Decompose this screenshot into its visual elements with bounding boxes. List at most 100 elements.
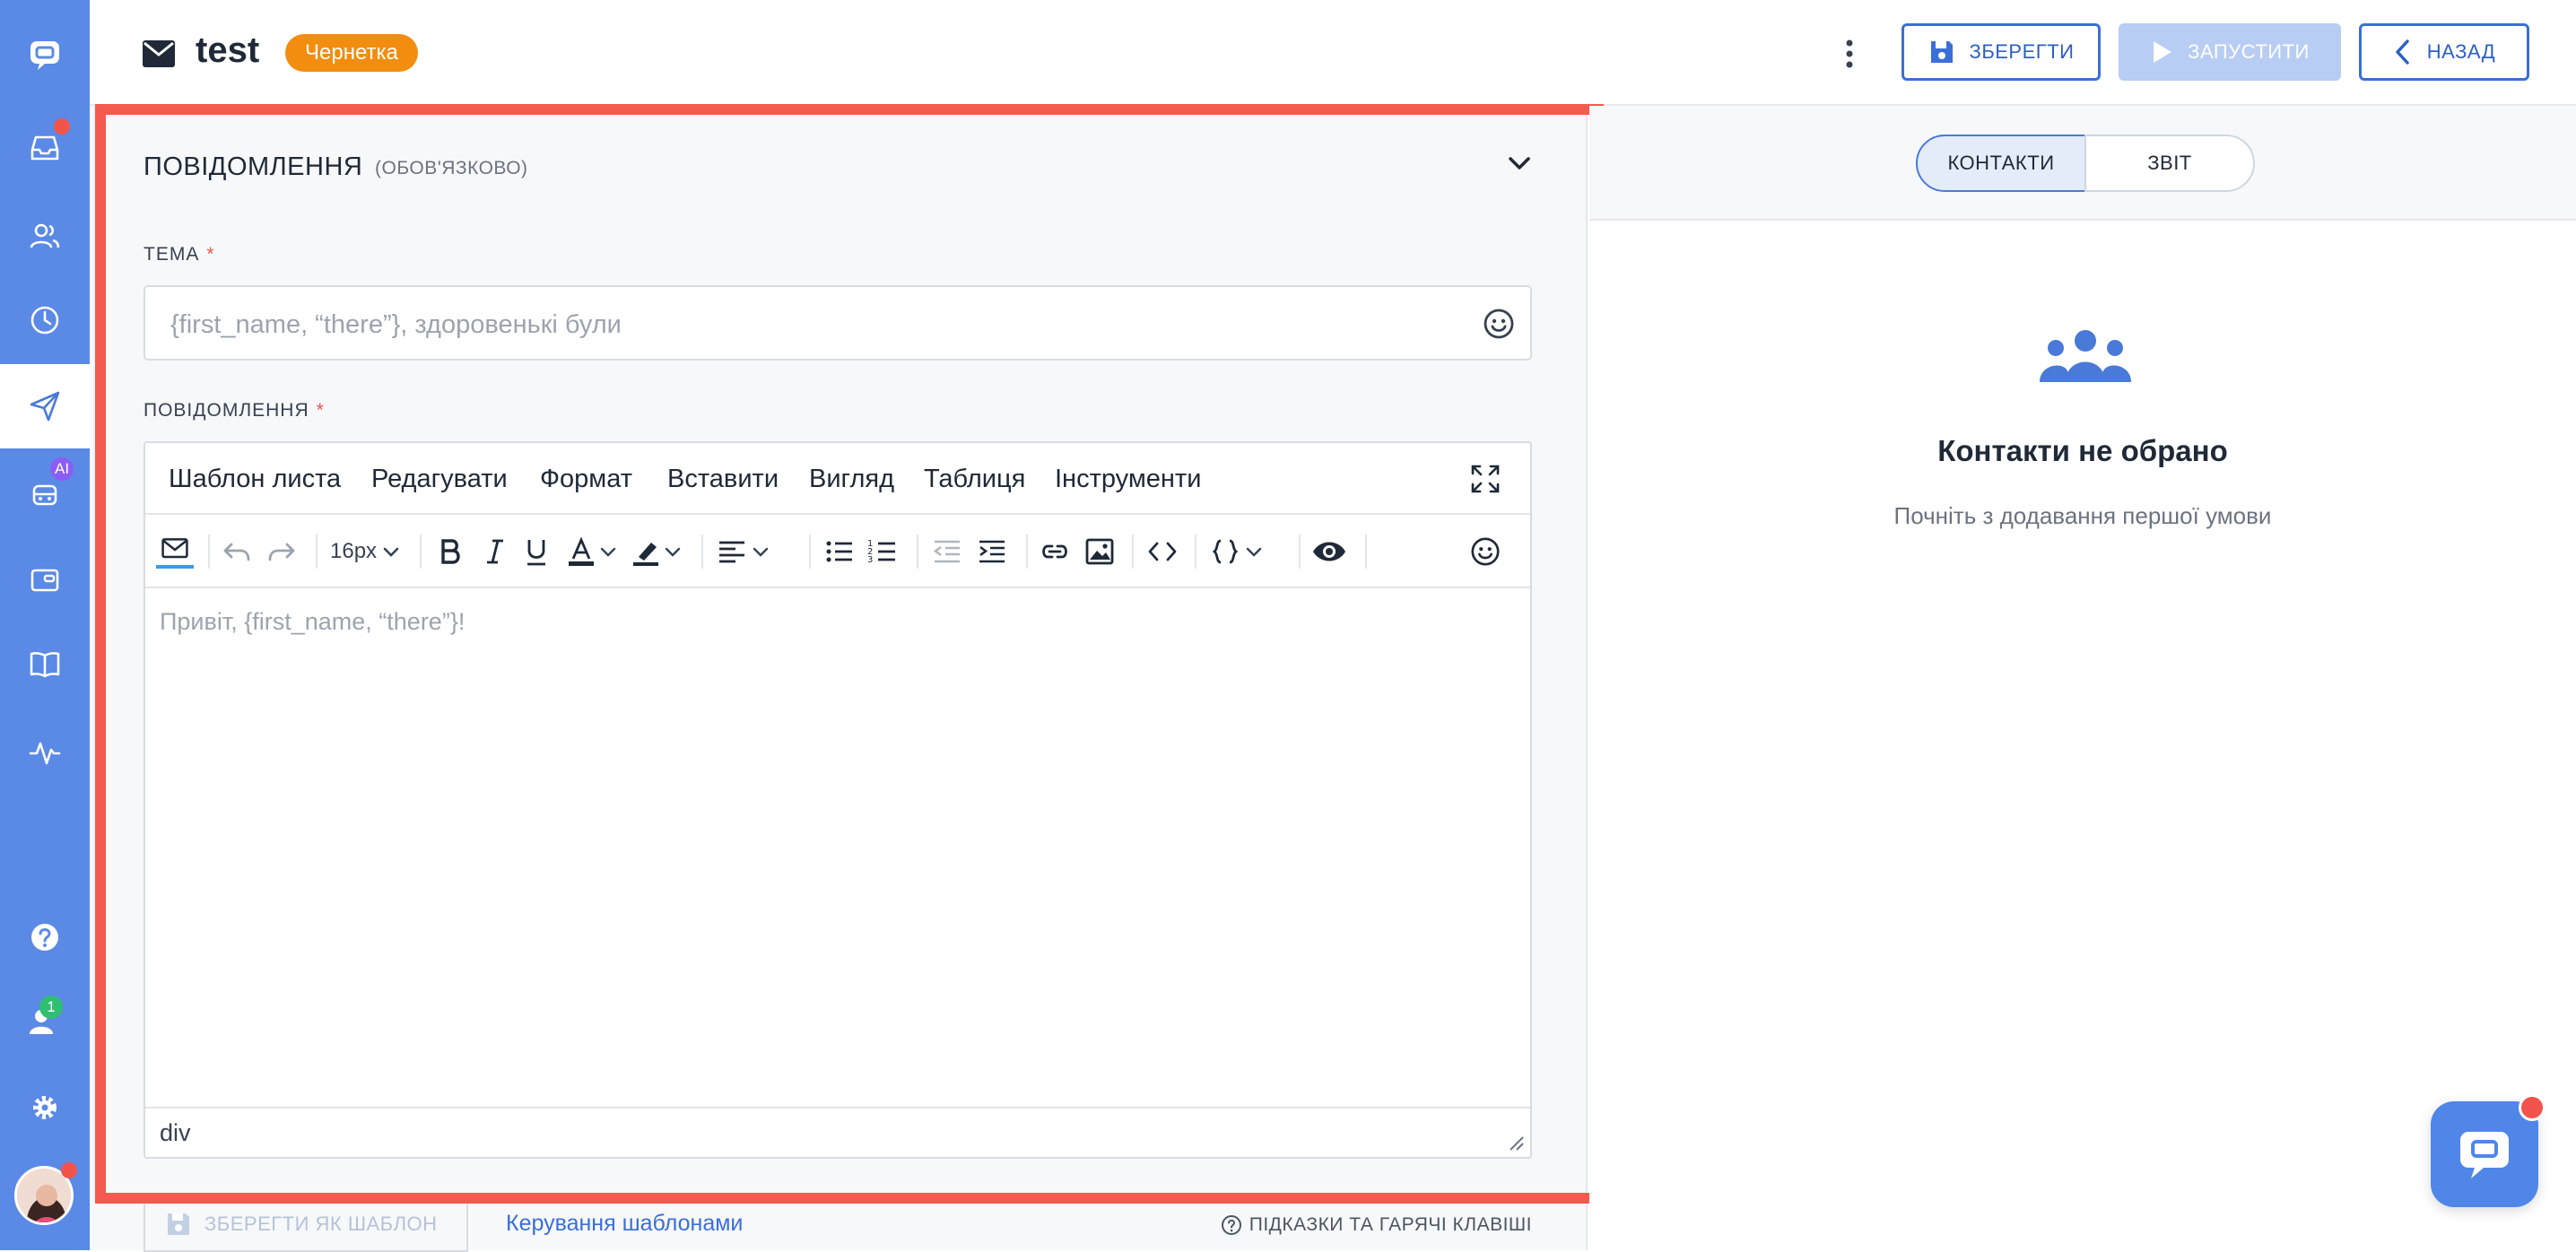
- redo-button[interactable]: [265, 535, 298, 569]
- undo-button[interactable]: [221, 535, 253, 569]
- toolbar-separator: [1365, 535, 1367, 569]
- empty-state-title: Контакти не обрано: [1937, 434, 2228, 467]
- element-path[interactable]: div: [160, 1119, 191, 1147]
- outdent-button[interactable]: [931, 535, 963, 569]
- toolbar-separator: [208, 535, 210, 569]
- sidebar-item-knowledge[interactable]: [0, 622, 90, 707]
- numbered-list-button[interactable]: 123: [866, 535, 899, 569]
- text-color-button[interactable]: [565, 535, 619, 569]
- run-button-label: ЗАПУСТИТИ: [2188, 40, 2310, 63]
- svg-text:3: 3: [867, 555, 873, 565]
- align-button[interactable]: [716, 535, 771, 569]
- subject-label: ТЕМА *: [144, 244, 215, 265]
- toolbar-separator: [1132, 535, 1134, 569]
- editor-body[interactable]: Привіт, {first_name, “there”}!: [145, 588, 1530, 1107]
- group-icon: [2040, 330, 2131, 382]
- envelope-icon: [143, 40, 175, 67]
- chevron-down-icon: [1246, 547, 1262, 557]
- section-note: (ОБОВ'ЯЗКОВО): [375, 158, 528, 178]
- emoji-icon: [1471, 537, 1500, 566]
- sidebar-item-analytics[interactable]: [0, 710, 90, 795]
- manage-templates-link[interactable]: Керування шаблонами: [506, 1211, 743, 1237]
- image-button[interactable]: [1083, 535, 1116, 569]
- run-button[interactable]: ЗАПУСТИТИ: [2119, 23, 2341, 81]
- tab-contacts[interactable]: КОНТАКТИ: [1916, 135, 2086, 192]
- sidebar-item-contacts[interactable]: [0, 194, 90, 278]
- toolbar-separator: [316, 535, 318, 569]
- indent-icon: [979, 540, 1005, 563]
- save-button[interactable]: ЗБЕРЕГТИ: [1902, 23, 2101, 81]
- chat-logo-icon: [30, 41, 59, 70]
- sidebar-item-history[interactable]: [0, 278, 90, 362]
- chat-icon: [2460, 1132, 2509, 1178]
- emoji-button[interactable]: [1469, 535, 1501, 569]
- back-button[interactable]: НАЗАД: [2359, 23, 2529, 81]
- activity-icon: [29, 742, 61, 765]
- sidebar-item-help[interactable]: [0, 895, 90, 979]
- link-button[interactable]: [1039, 535, 1071, 569]
- ai-badge: AI: [50, 457, 74, 481]
- sidebar-item-settings[interactable]: [0, 1065, 90, 1150]
- bullet-list-button[interactable]: [823, 535, 856, 569]
- bold-icon: [441, 539, 460, 564]
- envelope-icon: [161, 538, 188, 559]
- menu-email-template[interactable]: Шаблон листа: [169, 465, 341, 494]
- hints-link[interactable]: ПІДКАЗКИ ТА ГАРЯЧІ КЛАВІШІ: [1221, 1214, 1532, 1236]
- inbox-icon: [30, 135, 59, 161]
- indent-button[interactable]: [976, 535, 1008, 569]
- menu-tools[interactable]: Інструменти: [1055, 465, 1201, 494]
- italic-button[interactable]: [479, 535, 511, 569]
- underline-button[interactable]: [520, 535, 553, 569]
- code-icon: [1148, 542, 1177, 561]
- undo-icon: [223, 543, 250, 561]
- sidebar-item-bots[interactable]: AI: [0, 450, 90, 535]
- page-title: test: [196, 30, 260, 70]
- sidebar-item-team[interactable]: 1: [0, 979, 90, 1064]
- avatar-status-dot: [61, 1162, 77, 1178]
- toolbar-separator: [1299, 535, 1301, 569]
- editor-statusbar: div: [145, 1107, 1530, 1157]
- menu-table[interactable]: Таблиця: [924, 465, 1025, 494]
- empty-state-subtitle: Почніть з додавання першої умови: [1893, 502, 2272, 529]
- sidebar-item-campaigns[interactable]: [0, 364, 90, 448]
- subject-input[interactable]: {first_name, “there”}, здоровенькі були: [144, 285, 1532, 361]
- toolbar-separator: [1195, 535, 1197, 569]
- resize-handle-icon[interactable]: [1507, 1134, 1525, 1152]
- image-icon: [1085, 538, 1114, 565]
- template-bar: ЗБЕРЕГТИ ЯК ШАБЛОН Керування шаблонами П…: [144, 1196, 1532, 1252]
- sidebar-item-inbox[interactable]: [0, 106, 90, 190]
- panel-tabs: КОНТАКТИ ЗВІТ: [1589, 106, 2576, 221]
- message-label: ПОВІДОМЛЕННЯ *: [144, 400, 325, 422]
- chevron-left-icon: [2396, 39, 2409, 65]
- variables-button[interactable]: [1209, 535, 1265, 569]
- menu-edit[interactable]: Редагувати: [371, 465, 508, 494]
- more-options-icon[interactable]: [1841, 36, 1858, 72]
- bold-button[interactable]: [434, 535, 466, 569]
- link-icon: [1042, 544, 1067, 559]
- chevron-down-icon[interactable]: [1505, 149, 1534, 178]
- preview-button[interactable]: [1310, 535, 1349, 569]
- save-as-template-button[interactable]: ЗБЕРЕГТИ ЯК ШАБЛОН: [144, 1198, 468, 1252]
- font-size-select[interactable]: 16px: [330, 535, 402, 569]
- toolbar-separator: [809, 535, 811, 569]
- source-code-button[interactable]: [1146, 535, 1179, 569]
- text-color-icon: [569, 536, 594, 566]
- email-template-button[interactable]: [156, 535, 194, 569]
- emoji-icon[interactable]: [1482, 307, 1516, 341]
- tab-report[interactable]: ЗВІТ: [2084, 135, 2255, 192]
- editor-menubar: Шаблон листа Редагувати Формат Вставити …: [145, 443, 1530, 515]
- gear-icon: [33, 1096, 57, 1119]
- send-icon: [30, 391, 60, 422]
- menu-view[interactable]: Вигляд: [809, 465, 894, 494]
- bullet-list-icon: [826, 541, 852, 562]
- highlight-color-button[interactable]: [630, 535, 683, 569]
- fullscreen-icon[interactable]: [1469, 463, 1501, 495]
- menu-insert[interactable]: Вставити: [667, 465, 779, 494]
- sidebar-item-wallet[interactable]: [0, 538, 90, 622]
- menu-format[interactable]: Формат: [540, 465, 632, 494]
- braces-icon: [1212, 539, 1239, 564]
- align-left-icon: [719, 541, 744, 563]
- editor-placeholder: Привіт, {first_name, “there”}!: [160, 608, 466, 635]
- rich-text-editor: Шаблон листа Редагувати Формат Вставити …: [144, 441, 1532, 1159]
- sidebar-item-logo[interactable]: [0, 13, 90, 97]
